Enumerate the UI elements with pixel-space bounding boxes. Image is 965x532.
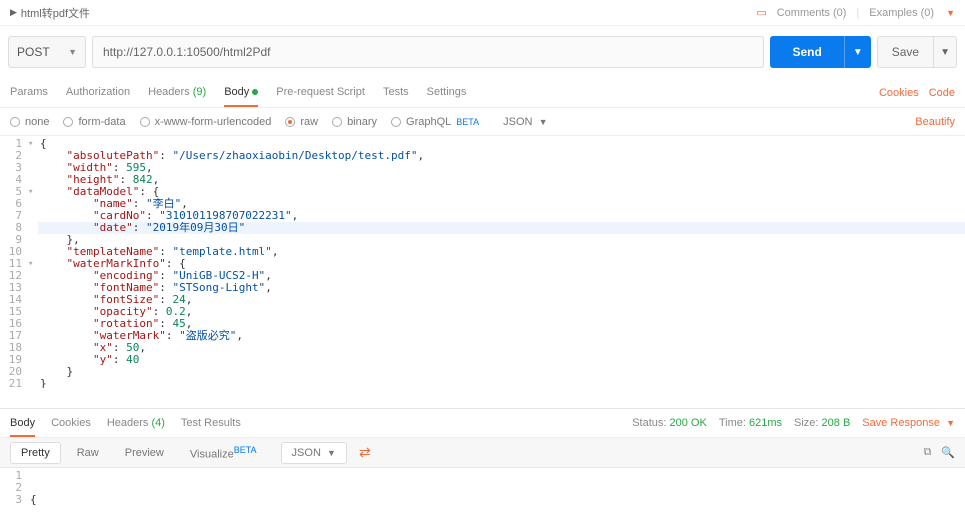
resp-tab-headers[interactable]: Headers (4) [107,417,165,430]
view-raw[interactable]: Raw [67,443,109,463]
content-type-select[interactable]: JSON ▼ [503,116,547,128]
size-label: Size: 208 B [794,417,850,429]
radio-none[interactable]: none [10,116,49,128]
code-content[interactable]: { "absolutePath": "/Users/zhaoxiaobin/De… [38,136,965,388]
tab-tests[interactable]: Tests [383,79,409,107]
send-button[interactable]: Send ▼ [770,36,870,68]
tab-settings[interactable]: Settings [427,79,467,107]
resp-type-select[interactable]: JSON ▼ [281,442,347,464]
copy-icon[interactable]: ⧉ [923,446,931,459]
tab-authorization[interactable]: Authorization [66,79,130,107]
response-body-editor[interactable]: 123 { "absolutePath": "/Users/zhaoxiaobi… [0,468,965,508]
radio-binary[interactable]: binary [332,116,377,128]
body-options: none form-data x-www-form-urlencoded raw… [0,108,965,136]
cookies-link[interactable]: Cookies [879,87,919,99]
caret-down-icon[interactable]: ▼ [933,37,956,67]
request-row: POST ▼ Send ▼ Save ▼ [0,26,965,78]
view-visualize[interactable]: VisualizeBETA [180,441,267,465]
send-label: Send [770,36,843,68]
line-gutter: 123456789101112131415161718192021 [0,136,28,388]
tab-title: html转pdf文件 [21,5,90,21]
divider: | [856,7,859,19]
caret-down-icon[interactable]: ▼ [946,8,955,18]
topbar-links: ▭ Comments (0) | Examples (0) ▼ [756,6,955,19]
code-link[interactable]: Code [929,87,955,99]
comment-icon: ▭ [756,6,766,19]
chevron-right-icon: ▶ [10,7,17,18]
caret-down-icon: ▼ [946,418,955,428]
save-response-link[interactable]: Save Response ▼ [862,417,955,429]
response-header: Body Cookies Headers (4) Test Results St… [0,408,965,438]
radio-xwww[interactable]: x-www-form-urlencoded [140,116,272,128]
method-select[interactable]: POST ▼ [8,36,86,68]
topbar: ▶ html转pdf文件 ▭ Comments (0) | Examples (… [0,0,965,26]
caret-down-icon: ▼ [327,448,336,458]
view-pretty[interactable]: Pretty [10,442,61,464]
dot-icon [252,89,258,95]
beautify-link[interactable]: Beautify [915,116,955,128]
caret-down-icon: ▼ [68,47,77,57]
radio-graphql[interactable]: GraphQLBETA [391,116,479,128]
comments-link[interactable]: Comments (0) [777,7,847,19]
method-value: POST [17,45,50,59]
tab-params[interactable]: Params [10,79,48,107]
resp-tab-body[interactable]: Body [10,417,35,437]
caret-down-icon: ▼ [539,117,548,127]
save-label: Save [878,37,933,67]
line-gutter: 123 [0,468,28,508]
resp-tab-cookies[interactable]: Cookies [51,417,91,430]
tab-body[interactable]: Body [224,79,258,107]
wrap-icon[interactable]: ⇄ [353,444,377,461]
save-button[interactable]: Save ▼ [877,36,957,68]
tab-prerequest[interactable]: Pre-request Script [276,79,365,107]
request-tabs: Params Authorization Headers (9) Body Pr… [0,78,965,108]
url-input[interactable] [92,36,764,68]
examples-link[interactable]: Examples (0) [869,7,934,19]
fold-gutter: ▾▾▾ [28,136,38,388]
request-body-editor[interactable]: 123456789101112131415161718192021 ▾▾▾ { … [0,136,965,388]
tab-headers[interactable]: Headers (9) [148,79,206,107]
breadcrumb: ▶ html转pdf文件 [10,5,90,21]
search-icon[interactable]: 🔍 [941,446,955,459]
view-preview[interactable]: Preview [115,443,174,463]
code-content[interactable]: { "absolutePath": "/Users/zhaoxiaobin/De… [28,468,965,508]
caret-down-icon[interactable]: ▼ [844,36,871,68]
radio-raw[interactable]: raw [285,116,318,128]
resp-tab-tests[interactable]: Test Results [181,417,241,430]
time-label: Time: 621ms [719,417,782,429]
response-toolbar: Pretty Raw Preview VisualizeBETA JSON ▼ … [0,438,965,468]
status-label: Status: 200 OK [632,417,707,429]
radio-formdata[interactable]: form-data [63,116,125,128]
